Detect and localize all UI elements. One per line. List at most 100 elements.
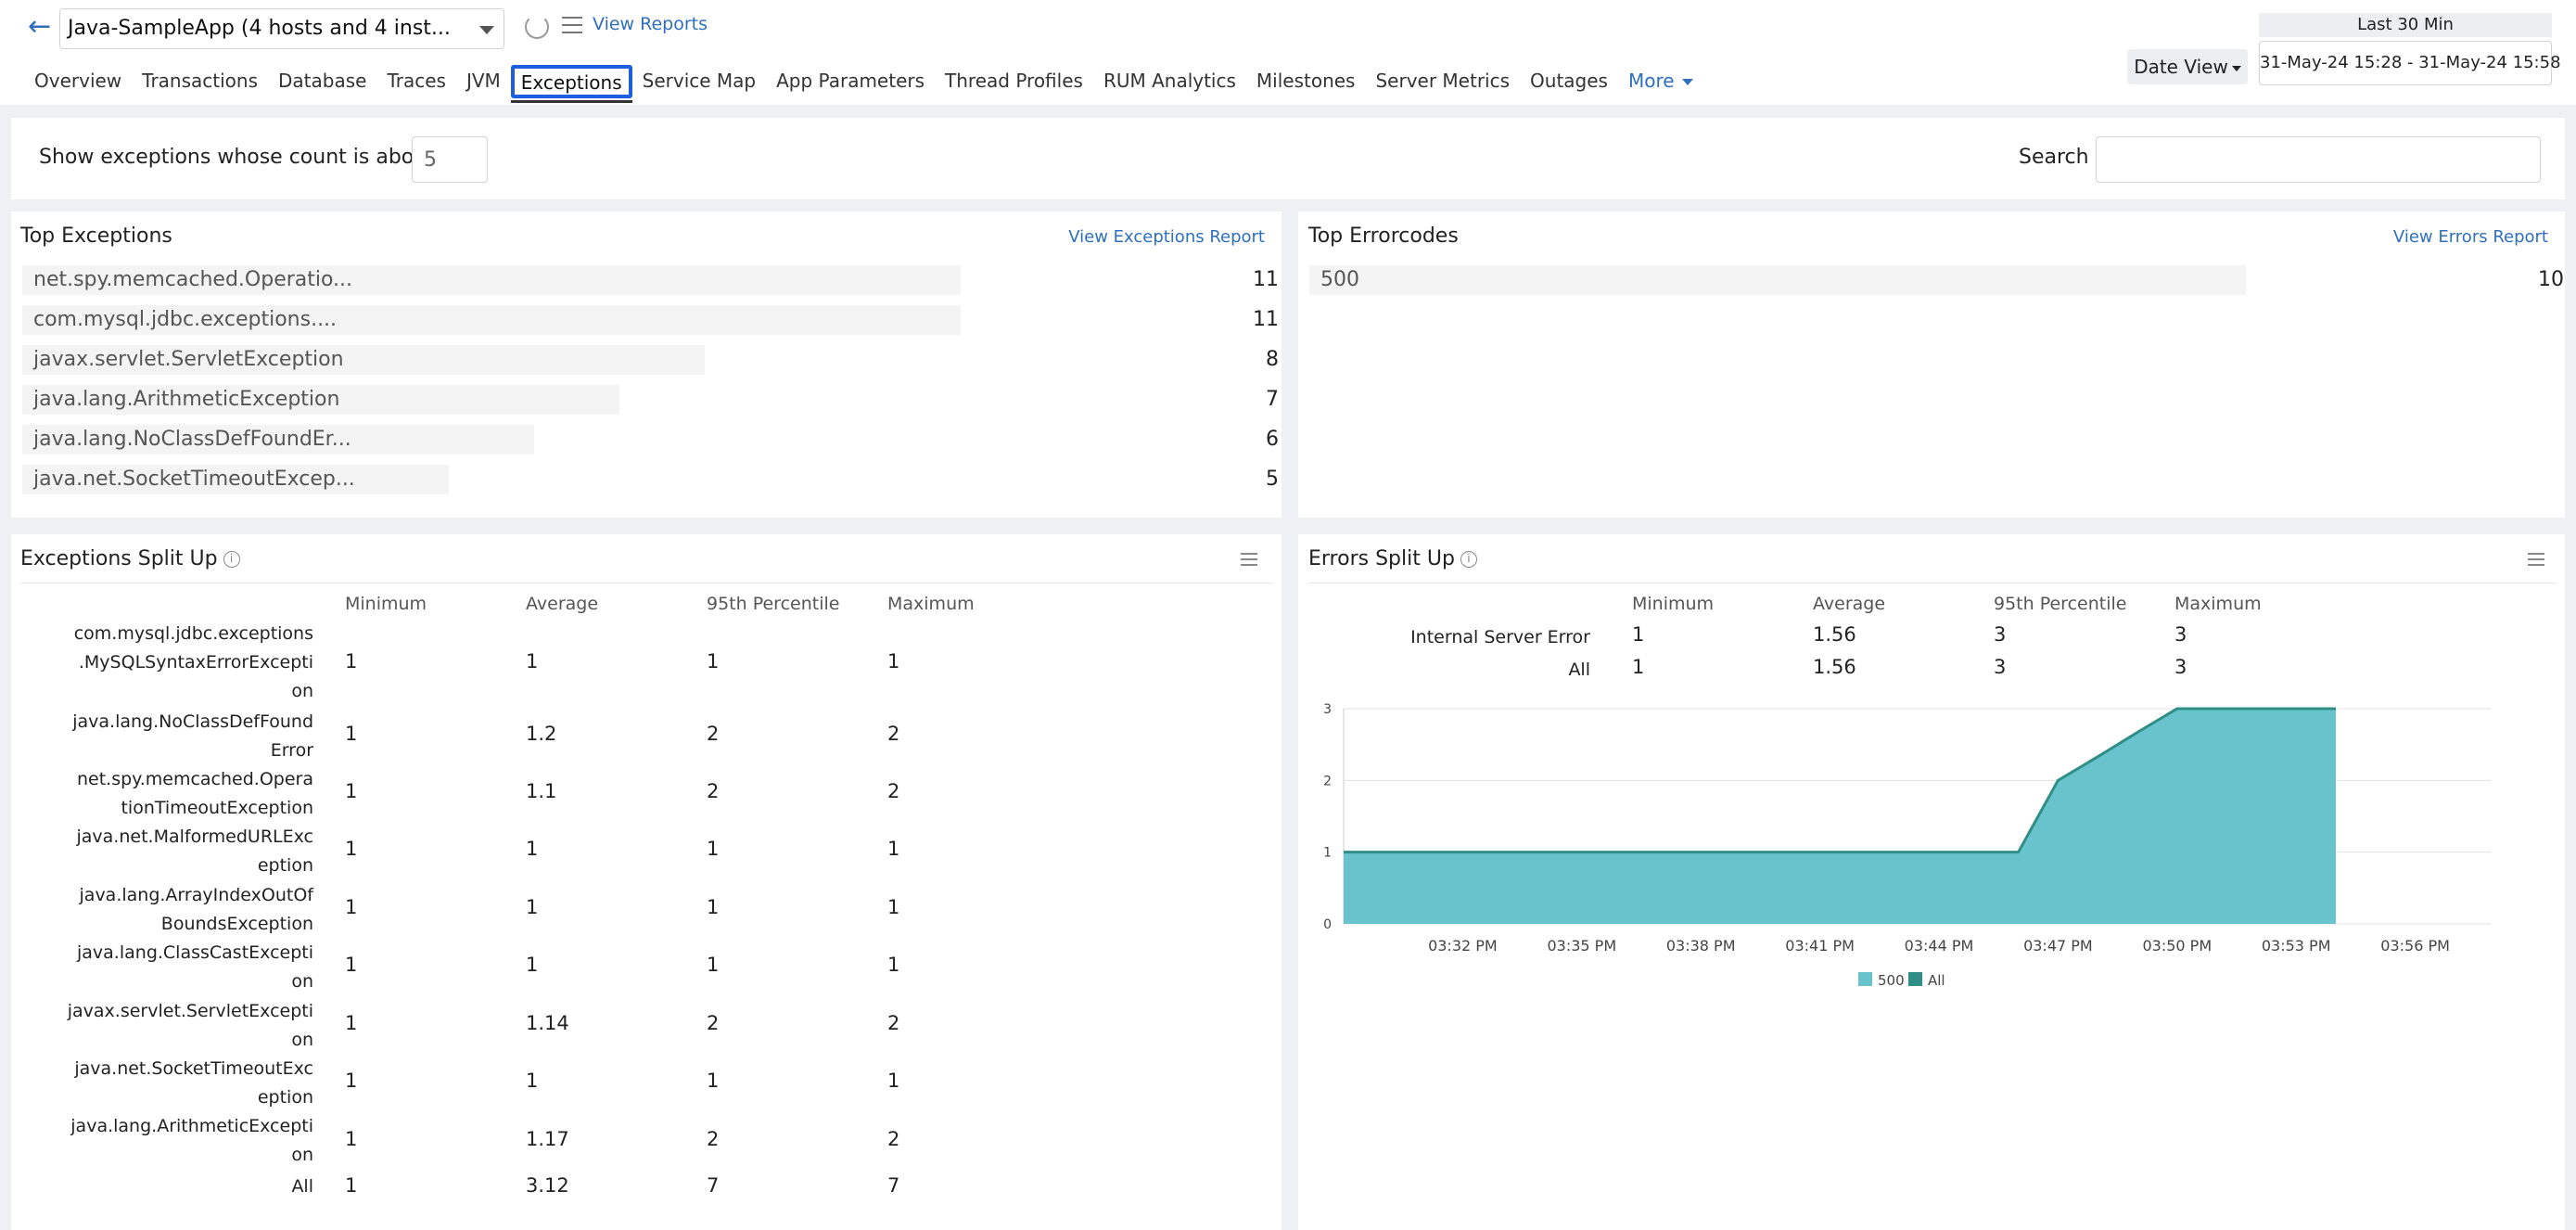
panel-menu-icon[interactable]	[1241, 553, 1257, 566]
tab-outages[interactable]: Outages	[1520, 65, 1618, 98]
cell-avg: 1.14	[526, 1012, 569, 1034]
x-tick-label: 03:56 PM	[2380, 937, 2450, 955]
column-header: Minimum	[345, 594, 427, 614]
caret-down-icon	[1681, 79, 1693, 85]
tab-service-map[interactable]: Service Map	[632, 65, 766, 98]
cell-min: 1	[345, 838, 358, 860]
bar-count: 5	[1266, 468, 1279, 491]
view-exceptions-report-link[interactable]: View Exceptions Report	[1068, 227, 1265, 247]
x-tick-label: 03:38 PM	[1666, 937, 1736, 955]
time-range-picker[interactable]: 31-May-24 15:28 - 31-May-24 15:58	[2259, 41, 2561, 85]
cell-min: 1	[345, 1012, 358, 1034]
chevron-down-icon	[479, 26, 494, 34]
info-icon[interactable]: i	[1460, 551, 1477, 568]
top-exceptions-panel: Top Exceptions View Exceptions Report ne…	[11, 211, 1282, 518]
cell-p95: 2	[707, 1128, 720, 1150]
cell-p95: 2	[707, 1012, 720, 1034]
cell-max: 3	[2174, 656, 2187, 678]
tab-transactions[interactable]: Transactions	[132, 65, 268, 98]
search-input[interactable]	[2096, 136, 2541, 183]
cell-max: 1	[887, 650, 900, 673]
bar-list-item[interactable]: com.mysql.jdbc.exceptions.... 11	[22, 305, 1279, 335]
date-view-dropdown[interactable]: Date View	[2127, 49, 2248, 84]
bar-list-item[interactable]: net.spy.memcached.Operatio... 11	[22, 265, 1279, 295]
caret-down-icon	[2231, 65, 2241, 71]
bar-list-item[interactable]: java.net.SocketTimeoutExcep... 5	[22, 465, 1279, 494]
bar-list-item[interactable]: java.lang.NoClassDefFoundEr... 6	[22, 425, 1279, 455]
bar-label: javax.servlet.ServletException	[33, 348, 344, 371]
cell-max: 2	[887, 723, 900, 745]
top-header: ← Java-SampleApp (4 hosts and 4 inst... …	[0, 0, 2576, 105]
row-name: All	[1568, 660, 1590, 680]
tab-jvm[interactable]: JVM	[456, 65, 511, 98]
tab-thread-profiles[interactable]: Thread Profiles	[935, 65, 1093, 98]
cell-avg: 1	[526, 650, 539, 673]
row-name: Internal Server Error	[1410, 627, 1590, 647]
column-header: Average	[1813, 594, 1886, 614]
bar-list-item[interactable]: java.lang.ArithmeticException 7	[22, 385, 1279, 415]
filter-bar: Show exceptions whose count is above Sea…	[11, 118, 2565, 199]
legend-label[interactable]: All	[1928, 972, 1945, 989]
tab-overview[interactable]: Overview	[24, 65, 132, 98]
top-errorcodes-panel: Top Errorcodes View Errors Report 500 10	[1298, 211, 2565, 518]
x-tick-label: 03:50 PM	[2142, 937, 2212, 955]
bar-count: 11	[1253, 268, 1279, 291]
tab-rum-analytics[interactable]: RUM Analytics	[1093, 65, 1246, 98]
bar-label: java.net.SocketTimeoutExcep...	[33, 468, 355, 491]
y-tick-label: 1	[1323, 846, 1332, 861]
row-name: java.lang.ClassCastExcepti on	[77, 942, 313, 992]
row-name: com.mysql.jdbc.exceptions .MySQLSyntaxEr…	[73, 623, 313, 701]
y-tick-label: 2	[1323, 774, 1332, 788]
cell-min: 1	[345, 650, 358, 673]
cell-max: 2	[887, 1012, 900, 1034]
count-threshold-input[interactable]	[412, 136, 488, 183]
cell-min: 1	[345, 1174, 358, 1197]
column-header: 95th Percentile	[1994, 594, 2127, 614]
tab-app-parameters[interactable]: App Parameters	[766, 65, 935, 98]
cell-max: 2	[887, 780, 900, 802]
row-name: All	[291, 1176, 313, 1197]
cell-min: 1	[345, 780, 358, 802]
bar-list-item[interactable]: 500 10	[1309, 265, 2564, 295]
tab-database[interactable]: Database	[268, 65, 376, 98]
legend-swatch[interactable]	[1858, 972, 1872, 986]
tab-more[interactable]: More	[1618, 65, 1703, 98]
tab-exceptions[interactable]: Exceptions	[510, 65, 632, 103]
panel-menu-icon[interactable]	[2528, 553, 2544, 566]
bar-count: 10	[2538, 268, 2564, 291]
tab-milestones[interactable]: Milestones	[1246, 65, 1366, 98]
count-filter-label: Show exceptions whose count is above	[39, 146, 439, 169]
row-name: java.net.MalformedURLExc eption	[76, 826, 314, 876]
search-label: Search	[2019, 146, 2089, 169]
cell-avg: 1	[526, 896, 539, 918]
tab-more-label: More	[1627, 70, 1675, 92]
tab-server-metrics[interactable]: Server Metrics	[1365, 65, 1520, 98]
bar-list-item[interactable]: javax.servlet.ServletException 8	[22, 345, 1279, 375]
bar-count: 11	[1253, 308, 1279, 331]
time-range-label: Last 30 Min	[2259, 13, 2552, 37]
bar-label: java.lang.NoClassDefFoundEr...	[33, 428, 351, 451]
app-selector[interactable]: Java-SampleApp (4 hosts and 4 inst...	[59, 8, 504, 49]
legend-label[interactable]: 500	[1878, 972, 1905, 989]
reload-icon[interactable]	[525, 15, 549, 39]
cell-p95: 1	[707, 838, 720, 860]
view-errors-report-link[interactable]: View Errors Report	[2393, 227, 2548, 247]
view-reports-link[interactable]: View Reports	[593, 14, 708, 34]
errors-split-title-text: Errors Split Up	[1308, 547, 1455, 570]
back-arrow-icon[interactable]: ←	[28, 11, 56, 43]
cell-p95: 2	[707, 780, 720, 802]
legend-swatch[interactable]	[1908, 972, 1922, 986]
cell-min: 1	[345, 896, 358, 918]
tab-traces[interactable]: Traces	[376, 65, 455, 98]
column-header: Minimum	[1632, 594, 1715, 614]
row-name: java.lang.ArrayIndexOutOf BoundsExceptio…	[79, 885, 313, 934]
cell-max: 3	[2174, 623, 2187, 646]
bar-label: net.spy.memcached.Operatio...	[33, 268, 353, 291]
info-icon[interactable]: i	[223, 551, 240, 568]
bar-count: 8	[1266, 348, 1279, 371]
cell-avg: 1.56	[1813, 656, 1856, 678]
x-tick-label: 03:47 PM	[2023, 937, 2093, 955]
series-500-area[interactable]	[1344, 709, 2336, 924]
menu-icon[interactable]	[562, 17, 582, 33]
x-tick-label: 03:32 PM	[1428, 937, 1498, 955]
